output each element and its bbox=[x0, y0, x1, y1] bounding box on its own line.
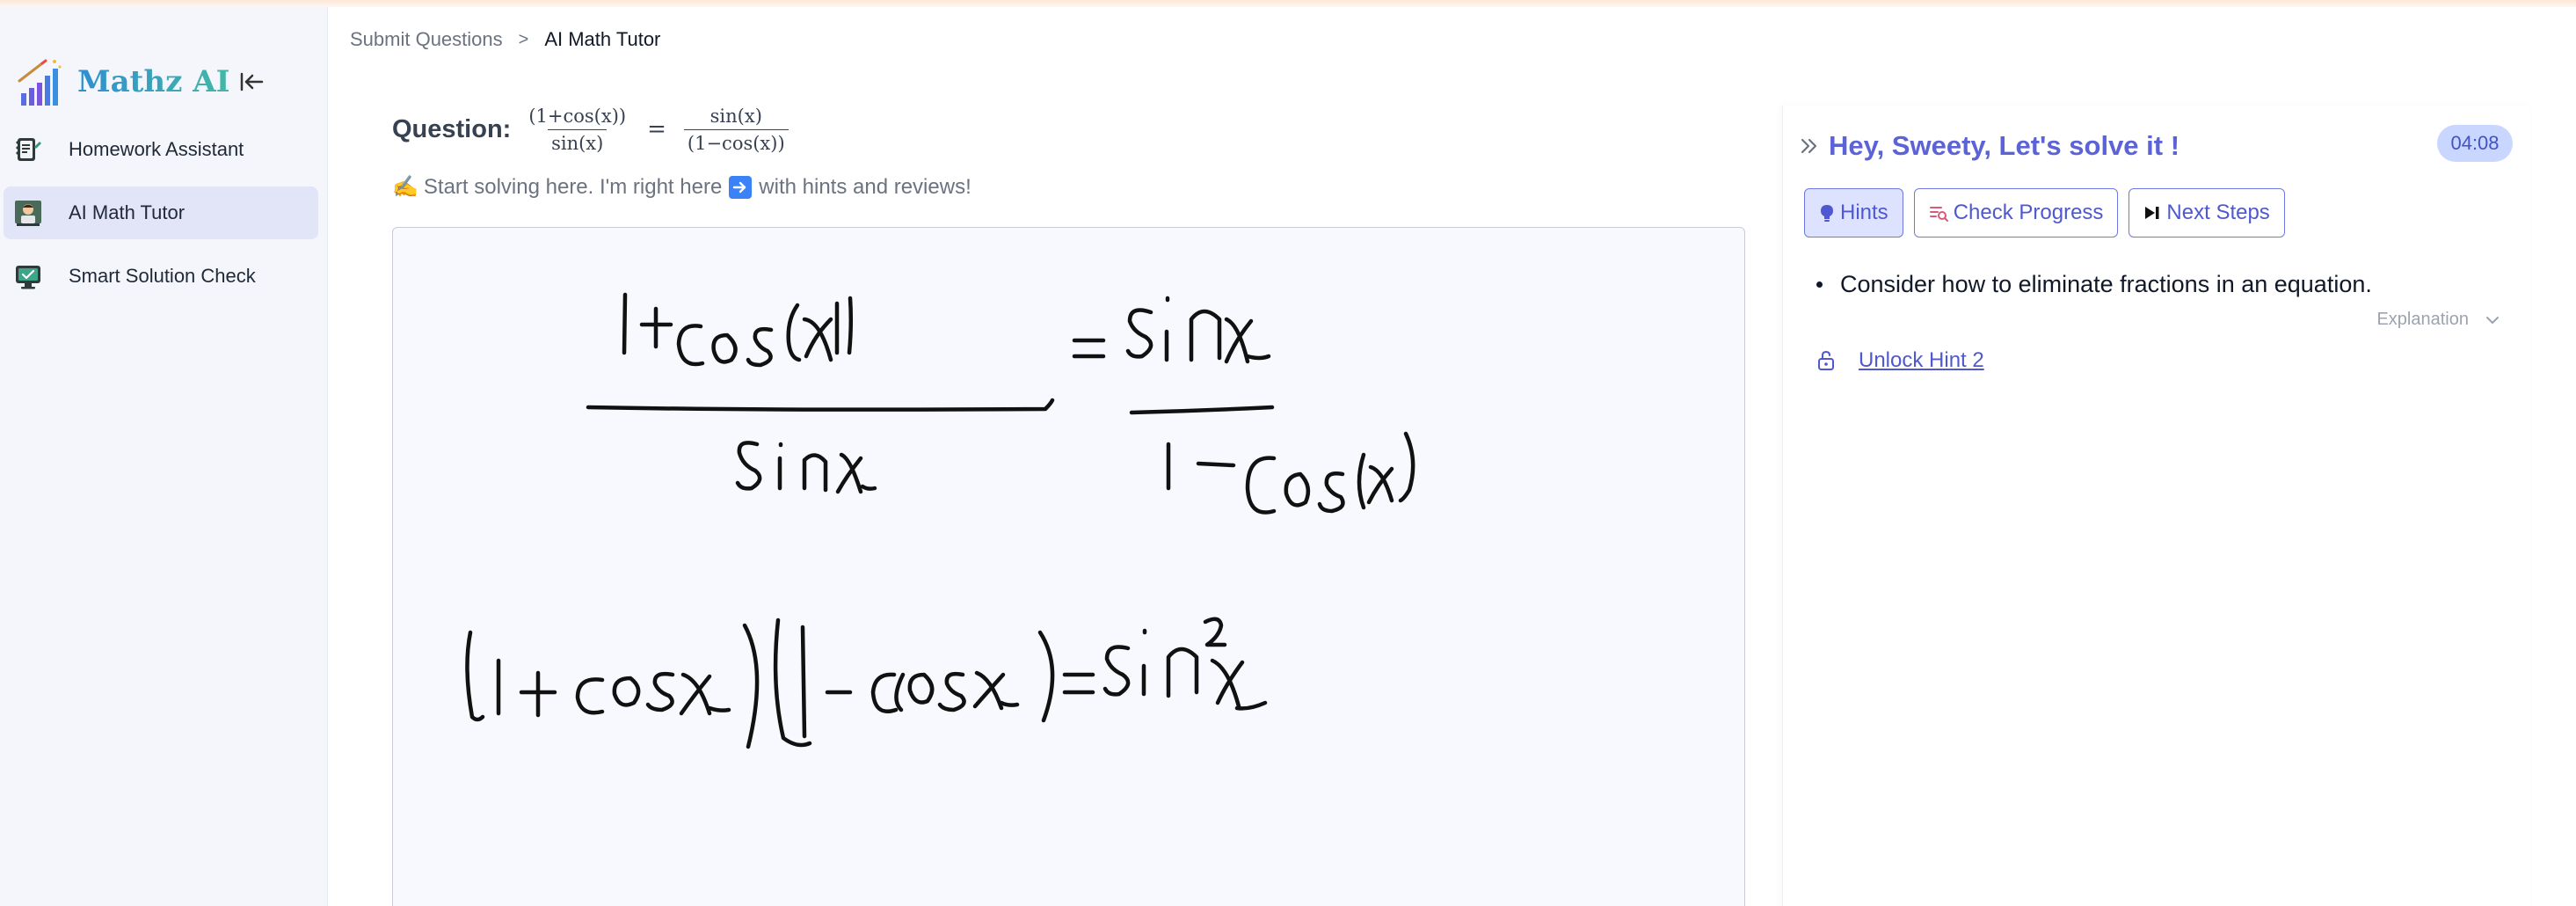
explanation-label: Explanation bbox=[2376, 310, 2469, 329]
collapse-left-icon bbox=[240, 72, 264, 91]
equals-sign: = bbox=[647, 116, 666, 142]
tab-check-progress[interactable]: Check Progress bbox=[1913, 188, 2119, 237]
stroke-lhs-numerator bbox=[622, 292, 854, 368]
tab-label: Hints bbox=[1840, 201, 1888, 224]
app-root: Mathz AI Homework Assistant AI Math Tuto… bbox=[0, 0, 2576, 906]
top-accent-bar bbox=[0, 0, 2576, 7]
unlock-hint-2-link[interactable]: Unlock Hint 2 bbox=[1859, 348, 1984, 373]
collapse-sidebar-button[interactable] bbox=[236, 65, 269, 99]
sidebar-item-ai-math-tutor[interactable]: AI Math Tutor bbox=[4, 186, 318, 239]
prompt-text-start: Start solving here. I'm right here bbox=[423, 174, 723, 199]
tutor-header: Hey, Sweety, Let's solve it ! bbox=[1797, 127, 2179, 165]
brand-name: Mathz AI bbox=[77, 64, 230, 99]
unlock-hint-row: Unlock Hint 2 bbox=[1816, 348, 1984, 373]
tab-label: Next Steps bbox=[2166, 201, 2270, 224]
sidebar-item-homework-assistant[interactable]: Homework Assistant bbox=[4, 123, 318, 176]
tutor-panel: Hey, Sweety, Let's solve it ! 04:08 Hint… bbox=[1782, 106, 2530, 906]
sidebar: Mathz AI Homework Assistant AI Math Tuto… bbox=[0, 7, 328, 906]
lhs-denominator: sin(x) bbox=[548, 128, 608, 154]
lhs-numerator: (1+cos(x)) bbox=[528, 105, 627, 127]
solving-prompt: ✍️ Start solving here. I'm right here wi… bbox=[392, 174, 971, 200]
breadcrumb-current: AI Math Tutor bbox=[544, 28, 661, 50]
sidebar-nav: Homework Assistant AI Math Tutor Smart S… bbox=[4, 123, 318, 313]
chevron-down-icon bbox=[2485, 315, 2500, 325]
stroke-lhs-denominator bbox=[735, 441, 877, 494]
question-lhs-fraction: (1+cos(x)) sin(x) bbox=[525, 106, 629, 154]
breadcrumb-link-submit-questions[interactable]: Submit Questions bbox=[350, 28, 503, 51]
tab-hints[interactable]: Hints bbox=[1804, 188, 1903, 237]
bullet-dot bbox=[1816, 281, 1823, 288]
handwriting-canvas[interactable] bbox=[392, 227, 1745, 906]
stroke-lhs-fraction-bar bbox=[586, 398, 1055, 412]
notebook-pen-icon bbox=[12, 134, 44, 165]
sidebar-item-label: Homework Assistant bbox=[69, 138, 244, 160]
tutor-avatar-icon bbox=[12, 197, 44, 229]
hint-list-item: Consider how to eliminate fractions in a… bbox=[1816, 271, 2372, 298]
stroke-rhs-numerator bbox=[1125, 296, 1271, 364]
breadcrumb-separator: > bbox=[518, 29, 529, 49]
unlock-icon bbox=[1816, 349, 1839, 372]
tab-next-steps[interactable]: Next Steps bbox=[2128, 188, 2285, 237]
explanation-toggle[interactable]: Explanation bbox=[2376, 310, 2500, 330]
stroke-line-two bbox=[465, 617, 1268, 749]
tutor-tabs: Hints Check Progress Next Steps bbox=[1804, 188, 2296, 237]
tutor-title: Hey, Sweety, Let's solve it ! bbox=[1829, 130, 2180, 161]
lightbulb-icon bbox=[1819, 203, 1835, 223]
timer-badge: 04:08 bbox=[2437, 125, 2513, 162]
sidebar-item-label: Smart Solution Check bbox=[69, 265, 256, 287]
brand[interactable]: Mathz AI bbox=[16, 51, 230, 113]
question-statement: Question: (1+cos(x)) sin(x) = sin(x) (1−… bbox=[392, 99, 792, 160]
stroke-rhs-denominator bbox=[1166, 431, 1415, 515]
stroke-rhs-fraction-bar bbox=[1129, 405, 1275, 415]
rhs-denominator: (1−cos(x)) bbox=[683, 128, 789, 154]
question-rhs-fraction: sin(x) (1−cos(x)) bbox=[683, 105, 789, 154]
progress-icon bbox=[1929, 204, 1948, 222]
writing-hand-icon: ✍️ bbox=[392, 175, 418, 199]
sidebar-item-label: AI Math Tutor bbox=[69, 201, 186, 223]
right-arrow-icon bbox=[729, 175, 753, 199]
rhs-numerator: sin(x) bbox=[709, 105, 762, 127]
breadcrumb: Submit Questions > AI Math Tutor bbox=[350, 26, 660, 53]
logo-icon bbox=[16, 55, 65, 109]
sidebar-item-smart-solution-check[interactable]: Smart Solution Check bbox=[4, 250, 318, 303]
hint-text: Consider how to eliminate fractions in a… bbox=[1840, 271, 2372, 297]
stroke-equals-hand bbox=[1072, 338, 1106, 359]
skip-forward-icon bbox=[2143, 205, 2161, 221]
tab-label: Check Progress bbox=[1953, 201, 2104, 224]
question-label: Question: bbox=[392, 114, 512, 143]
double-chevron-right-icon[interactable] bbox=[1797, 134, 1822, 158]
prompt-text-end: with hints and reviews! bbox=[759, 174, 971, 199]
monitor-check-icon bbox=[12, 260, 44, 292]
handwriting-strokes bbox=[465, 292, 1415, 749]
